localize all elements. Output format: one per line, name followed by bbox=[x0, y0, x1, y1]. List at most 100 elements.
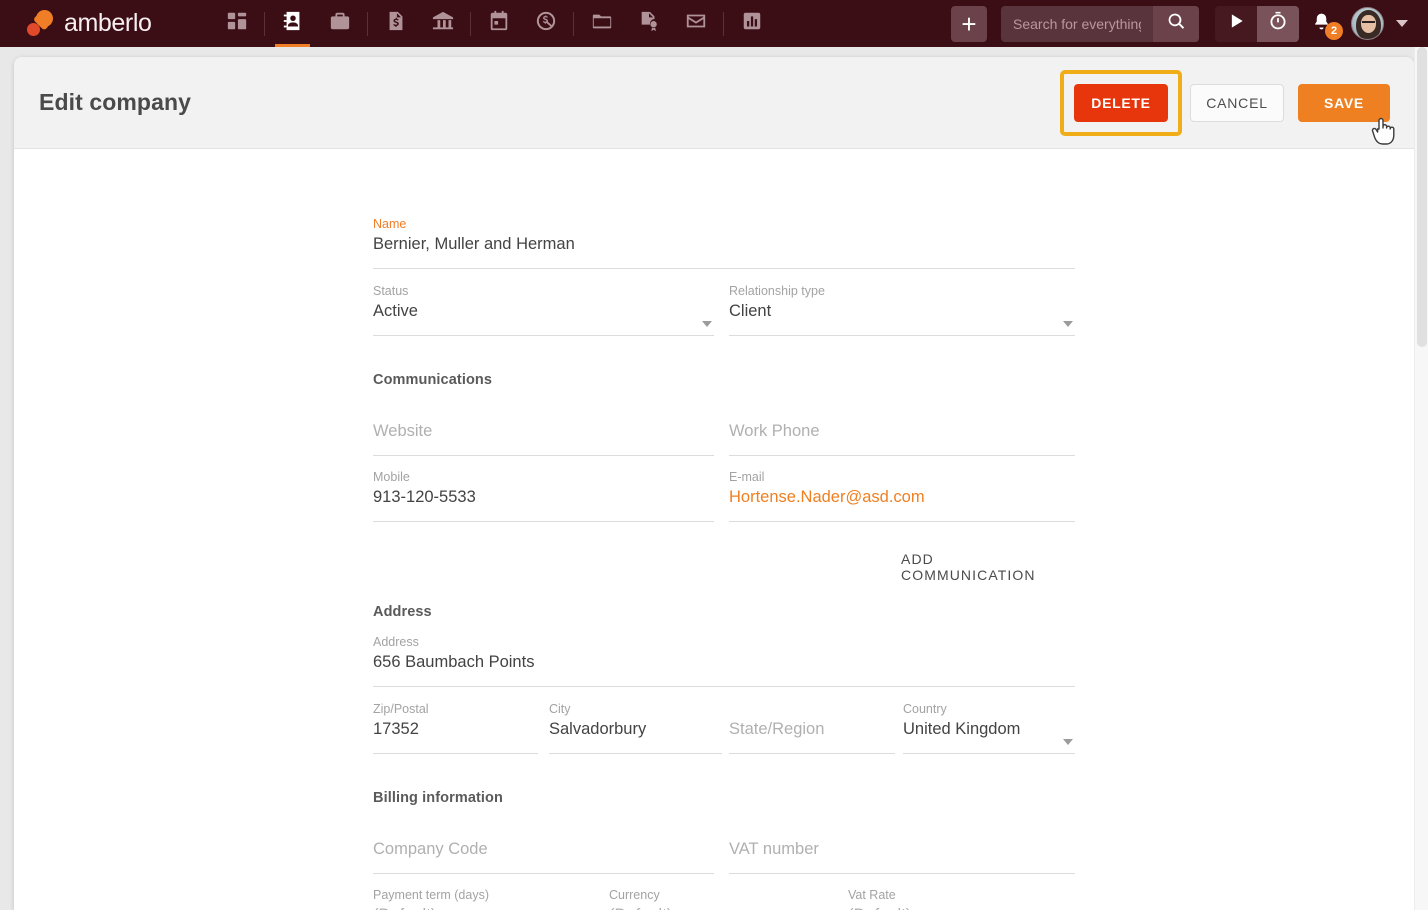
relationship-type-field[interactable]: Relationship type Client bbox=[729, 284, 1075, 336]
country-field[interactable]: Country United Kingdom bbox=[903, 702, 1075, 754]
nav-mail[interactable] bbox=[672, 0, 719, 47]
company-code-placeholder: Company Code bbox=[373, 840, 488, 858]
timer-icon bbox=[1268, 11, 1288, 36]
mobile-field[interactable]: Mobile 913-120-5533 bbox=[373, 470, 714, 522]
chevron-down-icon bbox=[1063, 739, 1073, 745]
work-phone-field[interactable]: Work Phone bbox=[729, 404, 1075, 456]
vat-rate-field[interactable]: Vat Rate (Default) bbox=[848, 888, 1075, 910]
nav-divider bbox=[723, 11, 724, 36]
play-icon bbox=[1226, 11, 1246, 36]
nav-matters[interactable] bbox=[316, 0, 363, 47]
zip-label: Zip/Postal bbox=[373, 702, 429, 716]
mobile-value: 913-120-5533 bbox=[373, 488, 476, 506]
vat-number-placeholder: VAT number bbox=[729, 840, 819, 858]
bank-icon bbox=[432, 10, 454, 37]
main-nav-icons bbox=[213, 0, 775, 47]
save-button[interactable]: SAVE bbox=[1298, 83, 1390, 122]
nav-right-tools: + 2 bbox=[951, 0, 1428, 47]
brand-name: amberlo bbox=[64, 9, 152, 37]
email-label: E-mail bbox=[729, 470, 765, 484]
payment-term-value: (Default) bbox=[373, 902, 589, 910]
search-button[interactable] bbox=[1153, 5, 1199, 42]
city-label: City bbox=[549, 702, 571, 716]
state-region-placeholder: State/Region bbox=[729, 720, 825, 738]
currency-value: (Default) bbox=[609, 902, 838, 910]
country-value: United Kingdom bbox=[903, 720, 1021, 738]
nav-invoices[interactable] bbox=[372, 0, 419, 47]
address-label: Address bbox=[373, 635, 419, 649]
nav-divider bbox=[367, 11, 368, 36]
status-value: Active bbox=[373, 302, 418, 320]
timer-button[interactable] bbox=[1257, 5, 1299, 42]
payment-term-field[interactable]: Payment term (days) (Default) bbox=[373, 888, 589, 910]
nav-calendar[interactable] bbox=[475, 0, 522, 47]
website-placeholder: Website bbox=[373, 422, 433, 440]
city-value: Salvadorbury bbox=[549, 720, 647, 738]
calendar-icon bbox=[488, 10, 510, 37]
work-phone-placeholder: Work Phone bbox=[729, 422, 820, 440]
contacts-icon bbox=[282, 10, 304, 37]
timer-controls bbox=[1215, 5, 1299, 42]
relationship-type-value: Client bbox=[729, 302, 772, 320]
nav-divider bbox=[573, 11, 574, 36]
vat-rate-value: (Default) bbox=[848, 902, 1075, 910]
search-icon bbox=[1167, 12, 1186, 36]
email-field[interactable]: E-mail Hortense.Nader@asd.com bbox=[729, 470, 1075, 522]
currency-label: Currency bbox=[609, 888, 660, 902]
name-field[interactable]: Name Bernier, Muller and Herman bbox=[373, 217, 1075, 269]
zip-field[interactable]: Zip/Postal 17352 bbox=[373, 702, 538, 754]
nav-contacts[interactable] bbox=[269, 0, 316, 47]
zip-value: 17352 bbox=[373, 720, 419, 738]
city-field[interactable]: City Salvadorbury bbox=[549, 702, 722, 754]
nav-documents[interactable] bbox=[578, 0, 625, 47]
briefcase-icon bbox=[329, 10, 351, 37]
relationship-type-label: Relationship type bbox=[729, 284, 825, 298]
status-field[interactable]: Status Active bbox=[373, 284, 714, 336]
time-billing-icon bbox=[535, 10, 557, 37]
country-label: Country bbox=[903, 702, 947, 716]
company-code-field[interactable]: Company Code bbox=[373, 822, 714, 874]
billing-section-heading: Billing information bbox=[373, 790, 503, 806]
avatar[interactable] bbox=[1351, 7, 1384, 40]
mobile-label: Mobile bbox=[373, 470, 410, 484]
header-actions: DELETE CANCEL SAVE bbox=[1060, 69, 1414, 136]
nav-bank[interactable] bbox=[419, 0, 466, 47]
chevron-down-icon[interactable] bbox=[1396, 20, 1408, 27]
vat-number-field[interactable]: VAT number bbox=[729, 822, 1075, 874]
folder-icon bbox=[591, 10, 613, 37]
nav-dashboard[interactable] bbox=[213, 0, 260, 47]
currency-field[interactable]: Currency (Default) bbox=[609, 888, 838, 910]
page-scrollbar[interactable] bbox=[1414, 47, 1428, 910]
plus-icon: + bbox=[961, 8, 977, 39]
notifications-button[interactable]: 2 bbox=[1311, 7, 1343, 41]
form-area: Name Bernier, Muller and Herman Status A… bbox=[14, 149, 1414, 910]
website-field[interactable]: Website bbox=[373, 404, 714, 456]
add-new-button[interactable]: + bbox=[951, 5, 987, 42]
reports-icon bbox=[741, 10, 763, 37]
page-title: Edit company bbox=[39, 89, 192, 115]
global-search[interactable] bbox=[1001, 5, 1199, 42]
add-communication-button[interactable]: ADD COMMUNICATION bbox=[901, 551, 1064, 583]
card-header: Edit company DELETE CANCEL SAVE bbox=[14, 57, 1414, 149]
name-value: Bernier, Muller and Herman bbox=[373, 235, 575, 253]
vat-rate-label: Vat Rate bbox=[848, 888, 896, 902]
start-timer-button[interactable] bbox=[1215, 5, 1257, 42]
certificate-icon bbox=[638, 10, 660, 37]
nav-divider bbox=[470, 11, 471, 36]
scrollbar-thumb[interactable] bbox=[1417, 47, 1427, 347]
payment-term-label: Payment term (days) bbox=[373, 888, 490, 902]
state-region-field[interactable]: State/Region bbox=[729, 702, 895, 754]
address-field[interactable]: Address 656 Baumbach Points bbox=[373, 635, 1075, 687]
nav-templates[interactable] bbox=[625, 0, 672, 47]
delete-button-highlight: DELETE bbox=[1060, 69, 1182, 136]
top-navigation-bar: amberlo + Search for everything... 2 bbox=[0, 0, 1428, 47]
status-label: Status bbox=[373, 284, 409, 298]
address-value: 656 Baumbach Points bbox=[373, 653, 535, 671]
nav-reports[interactable] bbox=[728, 0, 775, 47]
nav-time-billing[interactable] bbox=[522, 0, 569, 47]
cancel-button[interactable]: CANCEL bbox=[1190, 83, 1284, 122]
name-label: Name bbox=[373, 217, 407, 231]
app-logo[interactable]: amberlo bbox=[27, 0, 185, 47]
delete-button[interactable]: DELETE bbox=[1074, 83, 1168, 122]
search-input[interactable] bbox=[1001, 5, 1153, 42]
